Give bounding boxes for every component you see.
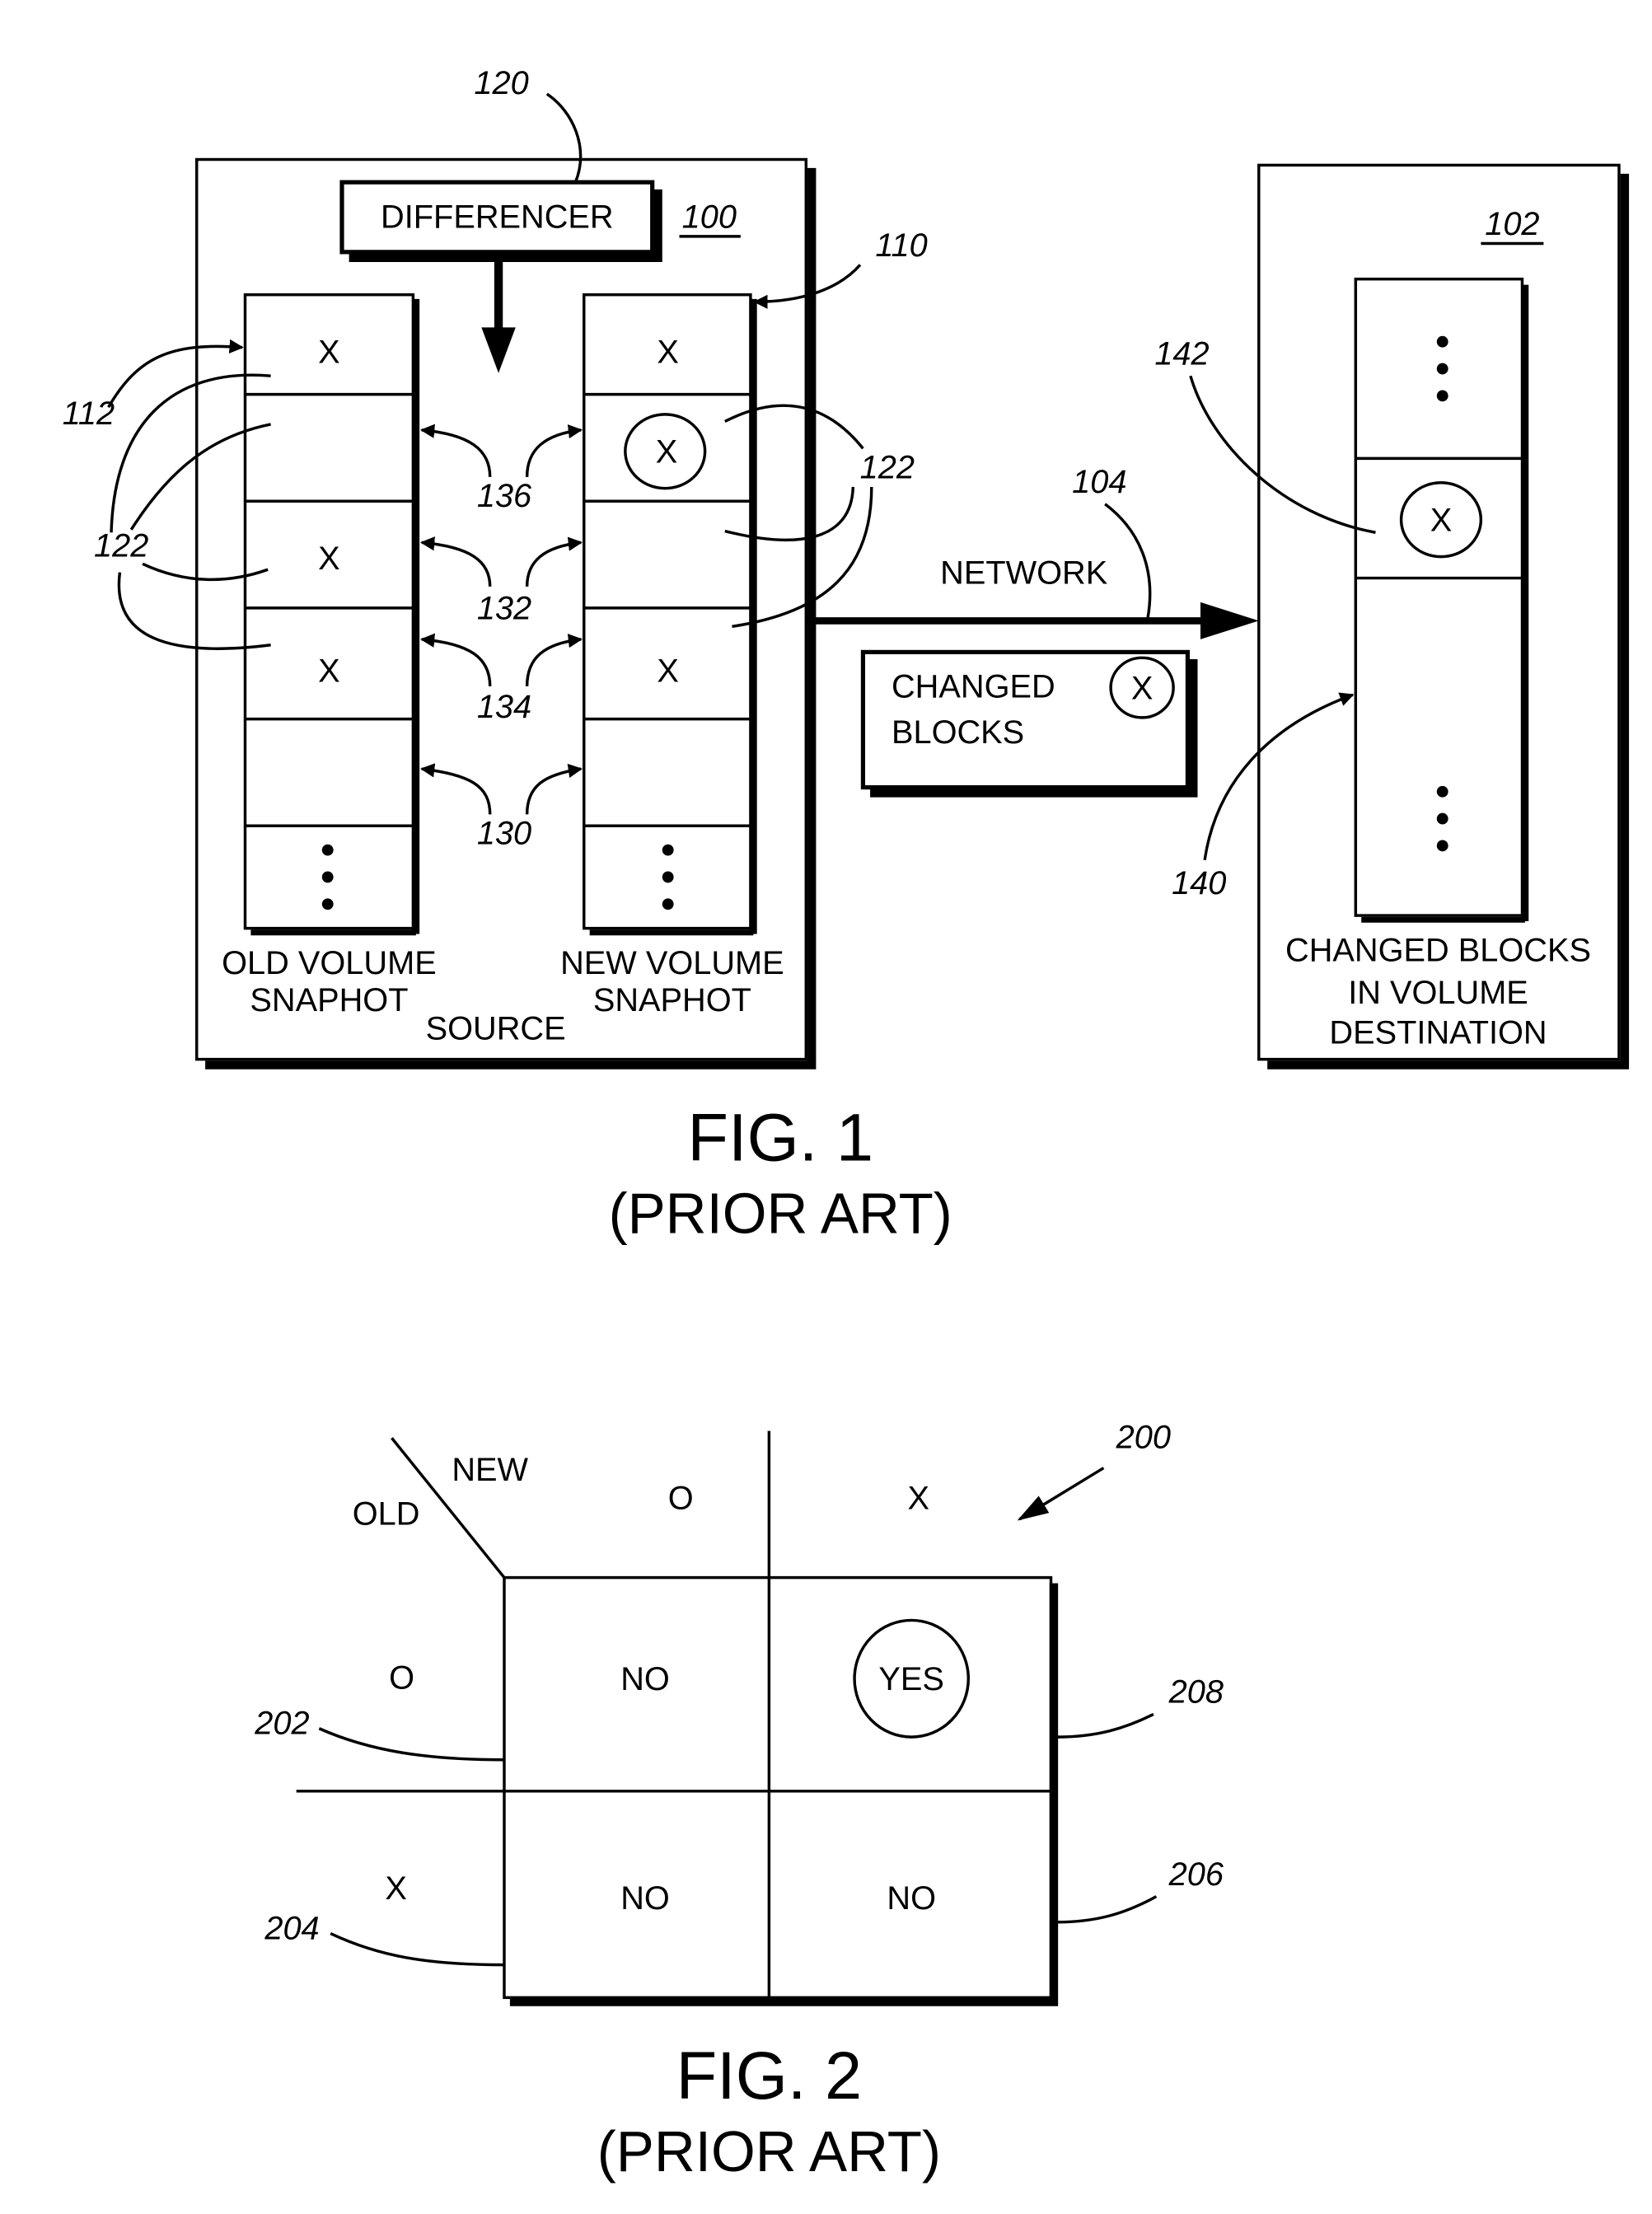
figure-1: DIFFERENCER 100 120 X X X X X X OLD VOLU… xyxy=(63,65,1630,1245)
dest-label-1: CHANGED BLOCKS xyxy=(1285,932,1591,968)
figure-1-subtitle: (PRIOR ART) xyxy=(609,1181,952,1245)
new-block-4-mark: X xyxy=(657,653,679,690)
old-snapshot-label-2: SNAPHOT xyxy=(250,982,408,1018)
old-volume-snapshot: X X X xyxy=(243,293,420,936)
ref-110: 110 xyxy=(875,227,927,264)
new-snapshot-label-2: SNAPHOT xyxy=(593,982,751,1018)
old-ellipsis-icon xyxy=(321,844,334,910)
ref-204-leader xyxy=(330,1932,504,1967)
changed-blocks-line1: CHANGED xyxy=(892,669,1055,705)
ref-204: 204 xyxy=(264,1911,319,1947)
old-snapshot-label-1: OLD VOLUME xyxy=(222,945,437,981)
new-volume-snapshot: X X X xyxy=(583,293,757,936)
figure-1-title: FIG. 1 xyxy=(687,1100,873,1175)
ref-112: 112 xyxy=(63,396,115,432)
ref-122-right: 122 xyxy=(860,450,915,486)
patent-figures: DIFFERENCER 100 120 X X X X X X OLD VOLU… xyxy=(63,65,1630,2184)
changed-blocks-symbol: X xyxy=(1131,670,1154,706)
row-header-x: X xyxy=(385,1870,407,1907)
new-block-1-mark: X xyxy=(657,335,679,371)
ref-120-leader xyxy=(545,92,583,183)
ref-122-left: 122 xyxy=(94,528,148,564)
old-block-3-mark: X xyxy=(318,541,340,577)
ref-134: 134 xyxy=(477,689,531,725)
dest-label-2: IN VOLUME xyxy=(1348,975,1528,1011)
changed-blocks-box: CHANGED BLOCKS X xyxy=(860,649,1198,798)
ref-136: 136 xyxy=(477,478,532,514)
cell-x-o: NO xyxy=(620,1880,670,1917)
ref-104-leader xyxy=(1104,503,1152,619)
differencer-arrow xyxy=(481,253,516,373)
ref-132: 132 xyxy=(477,591,531,627)
differencer-label: DIFFERENCER xyxy=(381,199,614,235)
ref-140-leader xyxy=(1203,692,1355,860)
ref-102: 102 xyxy=(1485,206,1539,242)
figure-2-title: FIG. 2 xyxy=(676,2038,863,2113)
ref-122-right-leaders xyxy=(724,404,873,629)
old-block-4-mark: X xyxy=(318,653,340,690)
network-label: NETWORK xyxy=(940,555,1108,591)
ref-142-leader xyxy=(1189,375,1376,534)
figure-2: NEW OLD O X O X NO YES NO NO 200 202 204… xyxy=(254,1419,1224,2184)
destination-volume: X xyxy=(1354,277,1529,923)
old-block-1-mark: X xyxy=(318,335,340,371)
ref-208: 208 xyxy=(1168,1674,1224,1711)
dest-changed-block-mark: X xyxy=(1430,503,1453,539)
cell-o-o: NO xyxy=(620,1661,670,1697)
column-header-o: O xyxy=(668,1481,694,1517)
ref-140: 140 xyxy=(1172,865,1226,901)
ref-100: 100 xyxy=(682,199,737,235)
ref-206: 206 xyxy=(1168,1856,1224,1893)
new-ellipsis-icon xyxy=(662,844,674,910)
ref-120: 120 xyxy=(474,65,528,101)
new-block-2-mark: X xyxy=(656,434,678,470)
changed-blocks-line2: BLOCKS xyxy=(892,714,1024,751)
ref-142: 142 xyxy=(1154,335,1209,372)
ref-206-leader xyxy=(1056,1895,1158,1924)
new-snapshot-label-1: NEW VOLUME xyxy=(560,945,784,981)
source-label: SOURCE xyxy=(426,1010,566,1046)
dest-bottom-ellipsis-icon xyxy=(1436,785,1448,852)
cell-x-x: NO xyxy=(887,1880,936,1917)
destination-system-box xyxy=(1257,163,1630,1070)
ref-200: 200 xyxy=(1116,1419,1171,1455)
ref-200-arrow xyxy=(1017,1467,1105,1521)
figure-2-subtitle: (PRIOR ART) xyxy=(597,2119,941,2184)
ref-104: 104 xyxy=(1072,464,1126,500)
dest-label-3: DESTINATION xyxy=(1329,1015,1547,1051)
header-new: NEW xyxy=(452,1452,528,1488)
dest-top-ellipsis-icon xyxy=(1436,335,1448,402)
ref-202-leader xyxy=(318,1727,504,1762)
header-old: OLD xyxy=(353,1496,420,1533)
cell-o-x: YES xyxy=(878,1661,944,1697)
ref-202: 202 xyxy=(254,1706,309,1742)
ref-130: 130 xyxy=(477,816,531,852)
row-header-o: O xyxy=(389,1659,414,1696)
column-header-x: X xyxy=(908,1481,930,1517)
differencer-box: DIFFERENCER xyxy=(339,180,662,262)
network-arrow xyxy=(806,601,1259,639)
ref-208-leader xyxy=(1056,1712,1154,1739)
